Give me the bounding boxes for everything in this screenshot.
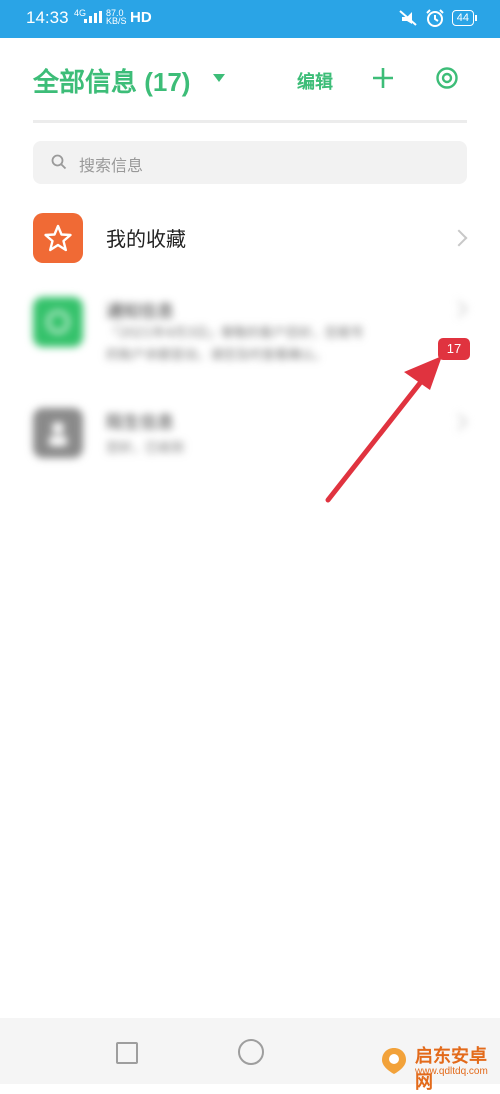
home-button[interactable] — [238, 1039, 264, 1065]
annotation-arrow-icon — [325, 356, 442, 503]
recent-apps-button[interactable] — [116, 1042, 138, 1064]
watermark: 启东安卓网 www.qdltdq.com — [375, 1038, 500, 1093]
watermark-logo-icon — [382, 1048, 406, 1074]
watermark-url: www.qdltdq.com — [415, 1066, 488, 1077]
